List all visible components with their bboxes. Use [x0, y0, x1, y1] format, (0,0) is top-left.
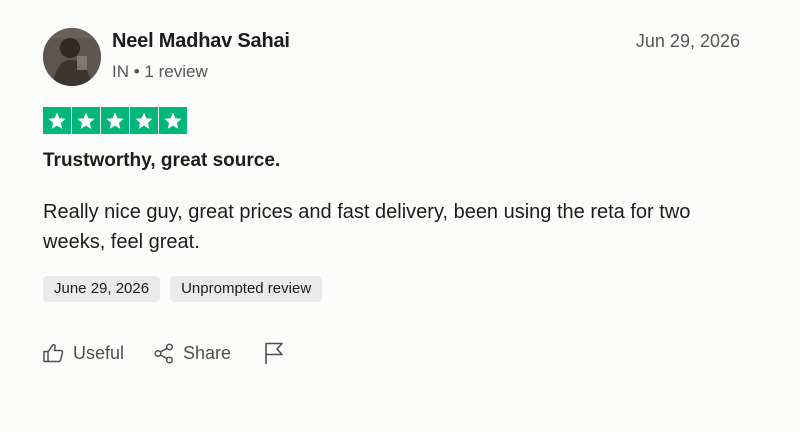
review-actions: Useful Share — [43, 341, 284, 365]
review-title[interactable]: Trustworthy, great source. — [43, 150, 280, 172]
review-tags: June 29, 2026 Unprompted review — [43, 276, 323, 302]
share-icon — [154, 342, 174, 364]
star-rating — [43, 107, 187, 134]
report-button[interactable] — [264, 341, 284, 365]
star-icon — [43, 107, 71, 134]
review-type-tag[interactable]: Unprompted review — [170, 276, 323, 302]
share-button[interactable]: Share — [154, 343, 231, 364]
review-card: Neel Madhav Sahai IN • 1 review Jun 29, … — [0, 0, 800, 432]
flag-icon — [264, 341, 284, 365]
reviewer-meta: IN • 1 review — [112, 62, 208, 82]
thumbs-up-icon — [43, 343, 64, 363]
star-icon — [159, 107, 187, 134]
reviewer-country: IN — [112, 62, 129, 81]
share-label: Share — [183, 342, 232, 363]
reviewer-review-count: 1 review — [144, 62, 208, 81]
review-body: Really nice guy, great prices and fast d… — [43, 201, 691, 253]
reviewer-avatar[interactable] — [43, 28, 101, 86]
useful-button[interactable]: Useful — [43, 343, 124, 364]
meta-separator: • — [133, 62, 140, 81]
star-icon — [130, 107, 158, 134]
star-icon — [72, 107, 100, 134]
reviewer-name[interactable]: Neel Madhav Sahai — [112, 30, 290, 53]
star-icon — [101, 107, 129, 134]
review-date: Jun 29, 2026 — [635, 31, 740, 51]
experience-date-tag: June 29, 2026 — [43, 276, 161, 302]
useful-label: Useful — [73, 342, 125, 363]
